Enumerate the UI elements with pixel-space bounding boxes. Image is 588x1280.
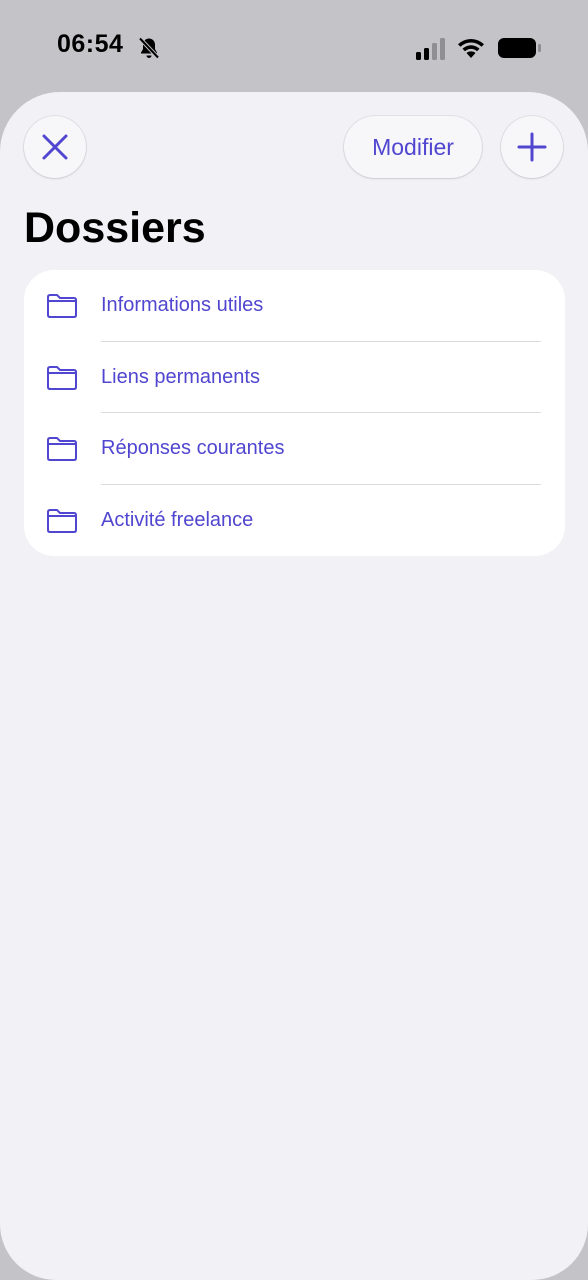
- folder-list: Informations utiles Liens permanents Rép…: [24, 270, 565, 556]
- folder-icon: [46, 365, 78, 391]
- wifi-icon: [456, 36, 486, 63]
- close-button[interactable]: [24, 116, 86, 178]
- folder-label: Liens permanents: [101, 365, 260, 388]
- edit-button[interactable]: Modifier: [344, 116, 482, 178]
- cellular-signal-icon: [416, 38, 448, 65]
- folder-label: Activité freelance: [101, 508, 254, 531]
- folder-row-informations-utiles[interactable]: Informations utiles: [24, 270, 565, 342]
- battery-icon: [498, 37, 542, 64]
- page-title: Dossiers: [24, 204, 206, 252]
- status-time: 06:54: [57, 30, 124, 58]
- add-folder-button[interactable]: [501, 116, 563, 178]
- folder-icon: [46, 508, 78, 534]
- status-bar: 06:54: [0, 0, 588, 92]
- folder-icon: [46, 293, 78, 319]
- folder-label: Réponses courantes: [101, 437, 285, 459]
- folder-row-activite-freelance[interactable]: Activité freelance: [24, 485, 565, 557]
- folders-sheet: Modifier Dossiers Informations utiles Li: [0, 92, 588, 1280]
- bell-slash-icon: [137, 36, 161, 60]
- folder-icon: [46, 436, 78, 462]
- folder-row-reponses-courantes[interactable]: Réponses courantes: [24, 413, 565, 485]
- folder-label: Informations utiles: [101, 294, 264, 316]
- plus-icon: [517, 132, 547, 162]
- close-icon: [42, 134, 68, 160]
- folder-row-liens-permanents[interactable]: Liens permanents: [24, 342, 565, 413]
